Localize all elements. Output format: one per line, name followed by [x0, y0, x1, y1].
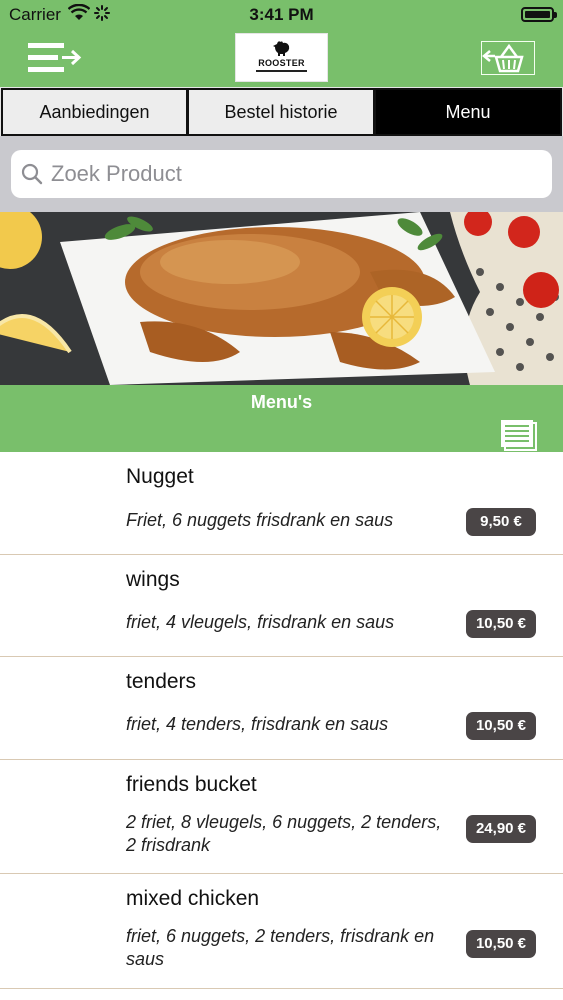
cart-button[interactable] [481, 41, 535, 75]
logo-text: ROOSTER [258, 58, 305, 68]
item-name: tenders [126, 670, 197, 693]
price-badge: 10,50 € [466, 610, 536, 638]
list-item[interactable]: friends bucket 2 friet, 8 vleugels, 6 nu… [0, 760, 563, 874]
item-name: wings [126, 568, 180, 591]
list-view-button[interactable] [500, 419, 537, 456]
top-bar: Carrier 3:41 PM ROOSTER [0, 0, 563, 87]
menu-arrow-icon [28, 43, 82, 72]
item-description: friet, 4 tenders, frisdrank en saus [126, 714, 389, 734]
price-badge: 10,50 € [466, 930, 536, 958]
tab-menu[interactable]: Menu [374, 88, 562, 136]
logo-divider [256, 70, 307, 72]
hero-image [0, 212, 563, 385]
rooster-logo-icon [273, 41, 290, 56]
rooster-logo: ROOSTER [235, 33, 328, 82]
tab-aanbiedingen[interactable]: Aanbiedingen [1, 88, 188, 136]
item-name: Nugget [126, 465, 194, 488]
status-bar: Carrier 3:41 PM [0, 0, 563, 30]
battery-icon [521, 7, 557, 22]
list-item[interactable]: wings friet, 4 vleugels, frisdrank en sa… [0, 555, 563, 657]
list-item[interactable]: Nugget Friet, 6 nuggets frisdrank en sau… [0, 452, 563, 555]
item-name: mixed chicken [126, 887, 260, 910]
section-header: Menu's [0, 385, 563, 452]
list-item[interactable]: tenders friet, 4 tenders, frisdrank en s… [0, 657, 563, 760]
item-description: friet, 4 vleugels, frisdrank en saus [126, 612, 395, 632]
item-description: 2 friet, 8 vleugels, 6 nuggets, 2 tender… [126, 812, 442, 855]
list-item[interactable]: mixed chicken friet, 6 nuggets, 2 tender… [0, 874, 563, 989]
tab-bestel-historie[interactable]: Bestel historie [187, 88, 375, 136]
side-menu-button[interactable] [26, 40, 84, 76]
item-description: Friet, 6 nuggets frisdrank en saus [126, 510, 394, 530]
search-box[interactable] [11, 150, 552, 198]
tab-bar: Aanbiedingen Bestel historie Menu [0, 87, 563, 136]
search-bar [0, 136, 563, 212]
status-time: 3:41 PM [249, 5, 314, 24]
price-badge: 9,50 € [466, 508, 536, 536]
list-icon [501, 420, 537, 451]
item-name: friends bucket [126, 773, 257, 796]
section-title: Menu's [250, 392, 313, 412]
price-badge: 24,90 € [466, 815, 536, 843]
search-icon [21, 163, 43, 185]
search-input[interactable] [51, 156, 541, 192]
basket-icon [482, 43, 524, 73]
price-badge: 10,50 € [466, 712, 536, 740]
item-description: friet, 6 nuggets, 2 tenders, frisdrank e… [126, 926, 435, 969]
